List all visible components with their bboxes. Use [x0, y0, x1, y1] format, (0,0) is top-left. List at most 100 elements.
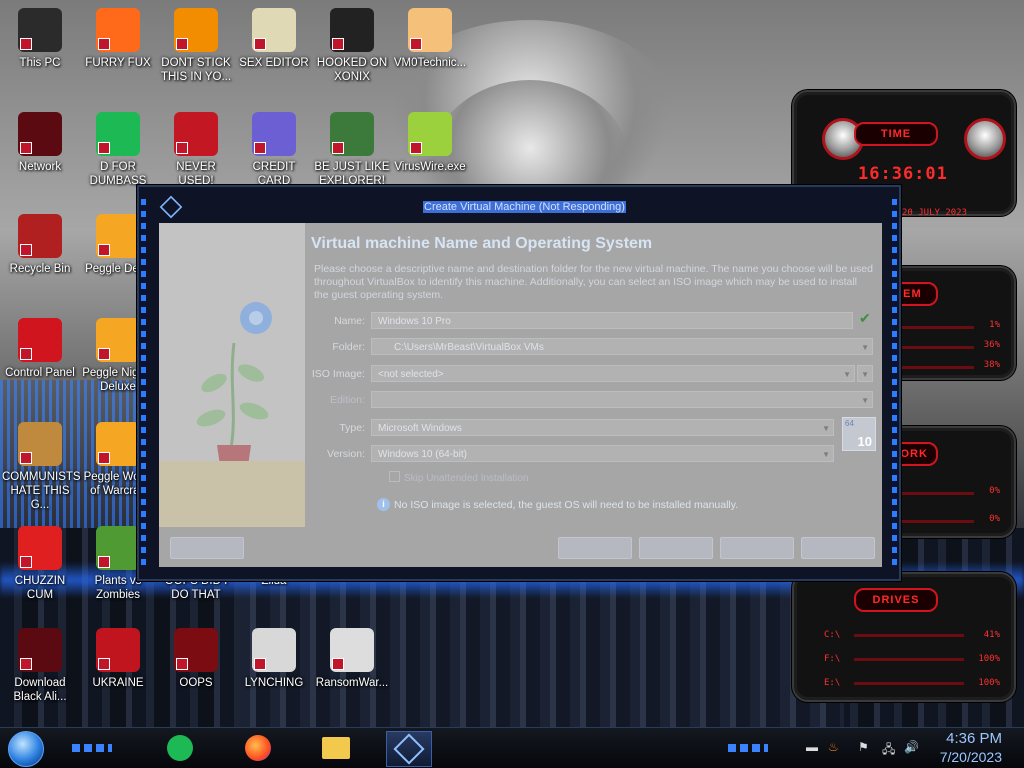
taskbar-date[interactable]: 7/20/2023	[940, 749, 1002, 765]
desktop-shortcut-label: This PC	[19, 57, 61, 69]
shortcut-arrow-icon	[410, 142, 422, 154]
desktop-shortcut[interactable]: COMMUNISTS HATE THIS G...	[2, 422, 81, 512]
folder-select[interactable]: C:\Users\MrBeast\VirtualBox VMs ▼	[371, 338, 873, 355]
taskbar-firefox[interactable]	[236, 731, 280, 765]
checkbox-icon	[389, 471, 400, 482]
chevron-down-icon: ▼	[822, 424, 830, 433]
desktop-shortcut[interactable]: NEVER USED!	[158, 112, 234, 188]
dialog-content: Virtual machine Name and Operating Syste…	[159, 223, 882, 567]
name-field[interactable]: Windows 10 Pro	[371, 312, 853, 329]
desktop-shortcut[interactable]: VirusWire.exe	[392, 112, 468, 174]
desktop-shortcut[interactable]: Control Panel	[2, 318, 78, 380]
shortcut-arrow-icon	[254, 658, 266, 670]
desktop-shortcut[interactable]: Network	[2, 112, 78, 174]
desktop-shortcut[interactable]: Recycle Bin	[2, 214, 78, 276]
desktop-shortcut[interactable]: DONT STICK THIS IN YO...	[158, 8, 234, 84]
plants-zombies-icon	[96, 526, 140, 570]
network-value-1: 0%	[989, 486, 1000, 496]
next-button[interactable]	[639, 537, 713, 559]
firefox-icon	[96, 8, 140, 52]
iso-select[interactable]: <not selected> ▼	[371, 365, 855, 382]
drive-name-2: F:\	[824, 654, 841, 664]
desktop-shortcut[interactable]: LYNCHING	[236, 628, 312, 690]
desktop-shortcut-label: FURRY FUX	[85, 57, 151, 69]
desktop-shortcut[interactable]: D FOR DUMBASS	[80, 112, 156, 188]
shortcut-arrow-icon	[20, 244, 32, 256]
system-value-2: 36%	[983, 340, 1000, 350]
desktop-shortcut[interactable]: BE JUST LIKE EXPLORER!	[314, 112, 390, 188]
skip-unattended-checkbox[interactable]: Skip Unattended Installation	[389, 471, 529, 484]
dialog-title: Create Virtual Machine (Not Responding)	[423, 201, 626, 213]
taskbar-virtualbox[interactable]	[386, 731, 432, 767]
start-button[interactable]	[8, 731, 44, 767]
volume-icon[interactable]: 🔊	[904, 740, 919, 754]
desktop-shortcut[interactable]: SEX EDITOR	[236, 8, 312, 70]
desktop-shortcut-label: RansomWar...	[315, 677, 389, 689]
chevron-down-icon: ▼	[822, 450, 830, 459]
desktop-shortcut[interactable]: UKRAINE	[80, 628, 156, 690]
shortcut-arrow-icon	[98, 142, 110, 154]
drive-value-3: 100%	[978, 678, 1000, 688]
shortcut-arrow-icon	[176, 142, 188, 154]
shortcut-arrow-icon	[98, 556, 110, 568]
desktop-shortcut-label: Download Black Ali...	[13, 677, 67, 703]
back-button[interactable]	[558, 537, 632, 559]
skip-unattended-label: Skip Unattended Installation	[404, 473, 529, 484]
desktop-shortcut[interactable]: This PC	[2, 8, 78, 70]
desktop-shortcut-label: OOPS	[179, 677, 213, 689]
xonix-icon	[330, 8, 374, 52]
system-value-3: 38%	[983, 360, 1000, 370]
desktop-shortcut[interactable]: OOPS	[158, 628, 234, 690]
desktop-shortcut[interactable]: FURRY FUX	[80, 8, 156, 70]
time-tag: TIME	[854, 122, 938, 146]
java-update-icon[interactable]: ♨	[828, 740, 839, 754]
network-status-icon[interactable]: 🖧	[882, 740, 895, 761]
desktop-shortcut-label: SEX EDITOR	[239, 57, 309, 69]
create-vm-dialog[interactable]: Create Virtual Machine (Not Responding) …	[137, 185, 901, 581]
taskbar-notes-app[interactable]	[158, 731, 202, 765]
expert-mode-button[interactable]	[170, 537, 244, 559]
desktop-shortcut-label: Recycle Bin	[9, 263, 71, 275]
shortcut-arrow-icon	[20, 556, 32, 568]
peggle-nights-icon	[96, 318, 140, 362]
shortcut-arrow-icon	[98, 658, 110, 670]
taskbar-time[interactable]: 4:36 PM	[946, 730, 1002, 747]
taskbar-file-explorer[interactable]	[314, 731, 358, 765]
version-value: Windows 10 (64-bit)	[378, 449, 467, 460]
version-label: Version:	[327, 448, 365, 460]
drive-name-1: C:\	[824, 630, 841, 640]
drives-gadget[interactable]: DRIVES C:\ 41% F:\ 100% E:\ 100%	[792, 572, 1016, 702]
desktop-shortcut-label: D FOR DUMBASS	[89, 161, 147, 187]
drive-value-1: 41%	[983, 630, 1000, 640]
desktop-shortcut[interactable]: RansomWar...	[314, 628, 390, 690]
type-select[interactable]: Microsoft Windows ▼	[371, 419, 834, 436]
folder-value: C:\Users\MrBeast\VirtualBox VMs	[394, 342, 544, 353]
shortcut-arrow-icon	[98, 38, 110, 50]
document-icon	[96, 112, 140, 156]
version-select[interactable]: Windows 10 (64-bit) ▼	[371, 445, 834, 462]
system-value-1: 1%	[989, 320, 1000, 330]
desktop-shortcut[interactable]: HOOKED ON XONIX	[314, 8, 390, 84]
cancel-button[interactable]	[801, 537, 875, 559]
desktop-shortcut[interactable]: Download Black Ali...	[2, 628, 78, 704]
desktop-shortcut[interactable]: VM0Technic...	[392, 8, 468, 70]
folder-label: Folder:	[332, 341, 365, 353]
virtualbox-icon	[159, 195, 183, 219]
dialog-titlebar[interactable]: Create Virtual Machine (Not Responding)	[139, 187, 899, 221]
shortcut-arrow-icon	[98, 452, 110, 464]
iso-browse-button[interactable]: ▼	[857, 365, 873, 382]
finish-button[interactable]	[720, 537, 794, 559]
action-center-flag-icon[interactable]: ⚑	[858, 740, 869, 754]
gadget-date: 20 JULY 2023	[902, 208, 968, 218]
iso-label: ISO Image:	[311, 368, 365, 380]
show-hidden-icons-chevron-icon[interactable]: ▬	[806, 740, 818, 754]
drives-tag: DRIVES	[854, 588, 938, 612]
desktop-shortcut[interactable]: CHUZZIN CUM	[2, 526, 78, 602]
elf-icon	[330, 112, 374, 156]
drive-name-3: E:\	[824, 678, 841, 688]
wizard-heading: Virtual machine Name and Operating Syste…	[311, 235, 653, 252]
desktop-shortcut-label: VM0Technic...	[393, 57, 467, 69]
document-icon	[167, 735, 193, 761]
network-value-2: 0%	[989, 514, 1000, 524]
edition-select[interactable]: ▼	[371, 391, 873, 408]
